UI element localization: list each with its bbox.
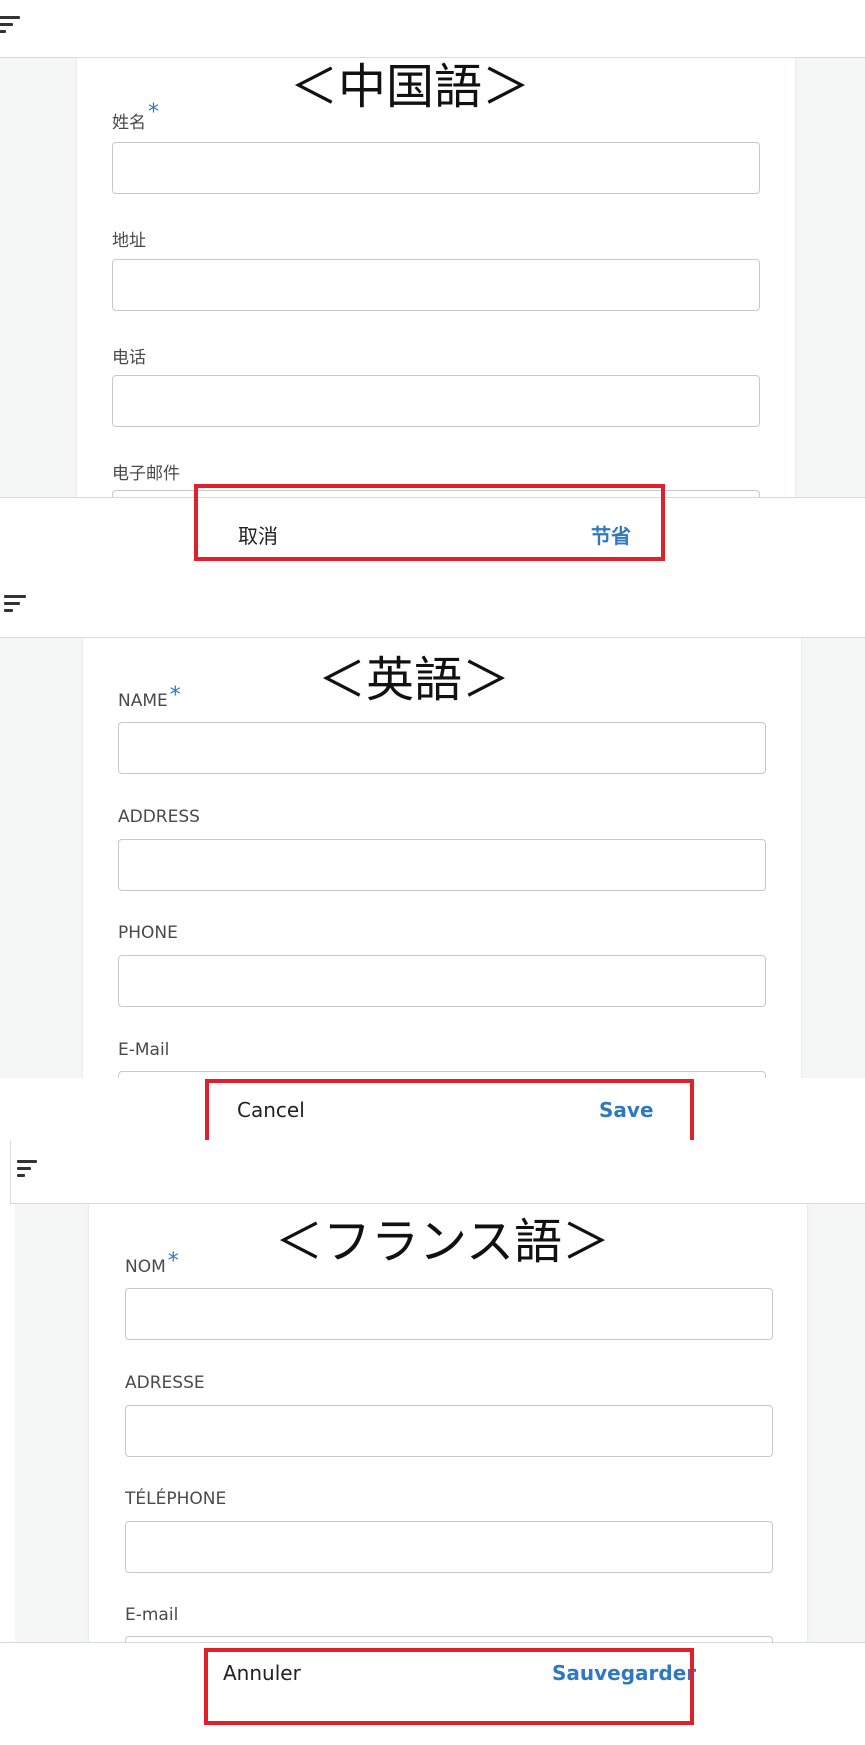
language-heading: ＜英語＞ [318, 652, 511, 708]
phone-label: TÉLÉPHONE [125, 1489, 227, 1509]
address-label: 地址 [112, 231, 146, 251]
name-label: NAME* [118, 683, 181, 712]
phone-input[interactable] [125, 1521, 773, 1573]
panel-french: ＜フランス語＞ NOM* ADRESSE TÉLÉPHONE E-mail An… [0, 1140, 865, 1745]
required-mark: * [148, 100, 159, 125]
language-heading: ＜中国語＞ [290, 59, 531, 115]
highlight-box [205, 1079, 694, 1140]
filter-menu-icon[interactable] [17, 1160, 41, 1180]
address-input[interactable] [112, 259, 760, 311]
highlight-box [204, 1648, 694, 1725]
address-label: ADRESSE [125, 1373, 205, 1393]
language-heading: ＜フランス語＞ [275, 1214, 611, 1270]
phone-label: 电话 [112, 348, 146, 368]
highlight-box [194, 484, 665, 561]
address-input[interactable] [118, 839, 766, 891]
phone-label: PHONE [118, 923, 178, 943]
email-label: 电子邮件 [112, 464, 180, 484]
email-label: E-mail [125, 1605, 179, 1625]
name-input[interactable] [112, 142, 760, 194]
address-label: ADDRESS [118, 807, 200, 827]
name-input[interactable] [125, 1288, 773, 1340]
panel-english: ＜英語＞ NAME* ADDRESS PHONE E-Mail Cancel S… [0, 575, 865, 1140]
filter-menu-icon[interactable] [0, 16, 20, 36]
panel-chinese: ＜中国語＞ 姓名* 地址 电话 电子邮件 取消 节省 [0, 0, 865, 575]
app-header [0, 575, 865, 638]
filter-menu-icon[interactable] [4, 595, 28, 615]
app-header [10, 1140, 865, 1204]
required-mark: * [167, 1249, 179, 1274]
required-mark: * [169, 683, 181, 708]
email-label: E-Mail [118, 1040, 170, 1060]
phone-input[interactable] [118, 955, 766, 1007]
address-input[interactable] [125, 1405, 773, 1457]
phone-input[interactable] [112, 375, 760, 427]
name-label: 姓名* [112, 100, 159, 134]
name-input[interactable] [118, 722, 766, 774]
name-label: NOM* [125, 1249, 179, 1278]
